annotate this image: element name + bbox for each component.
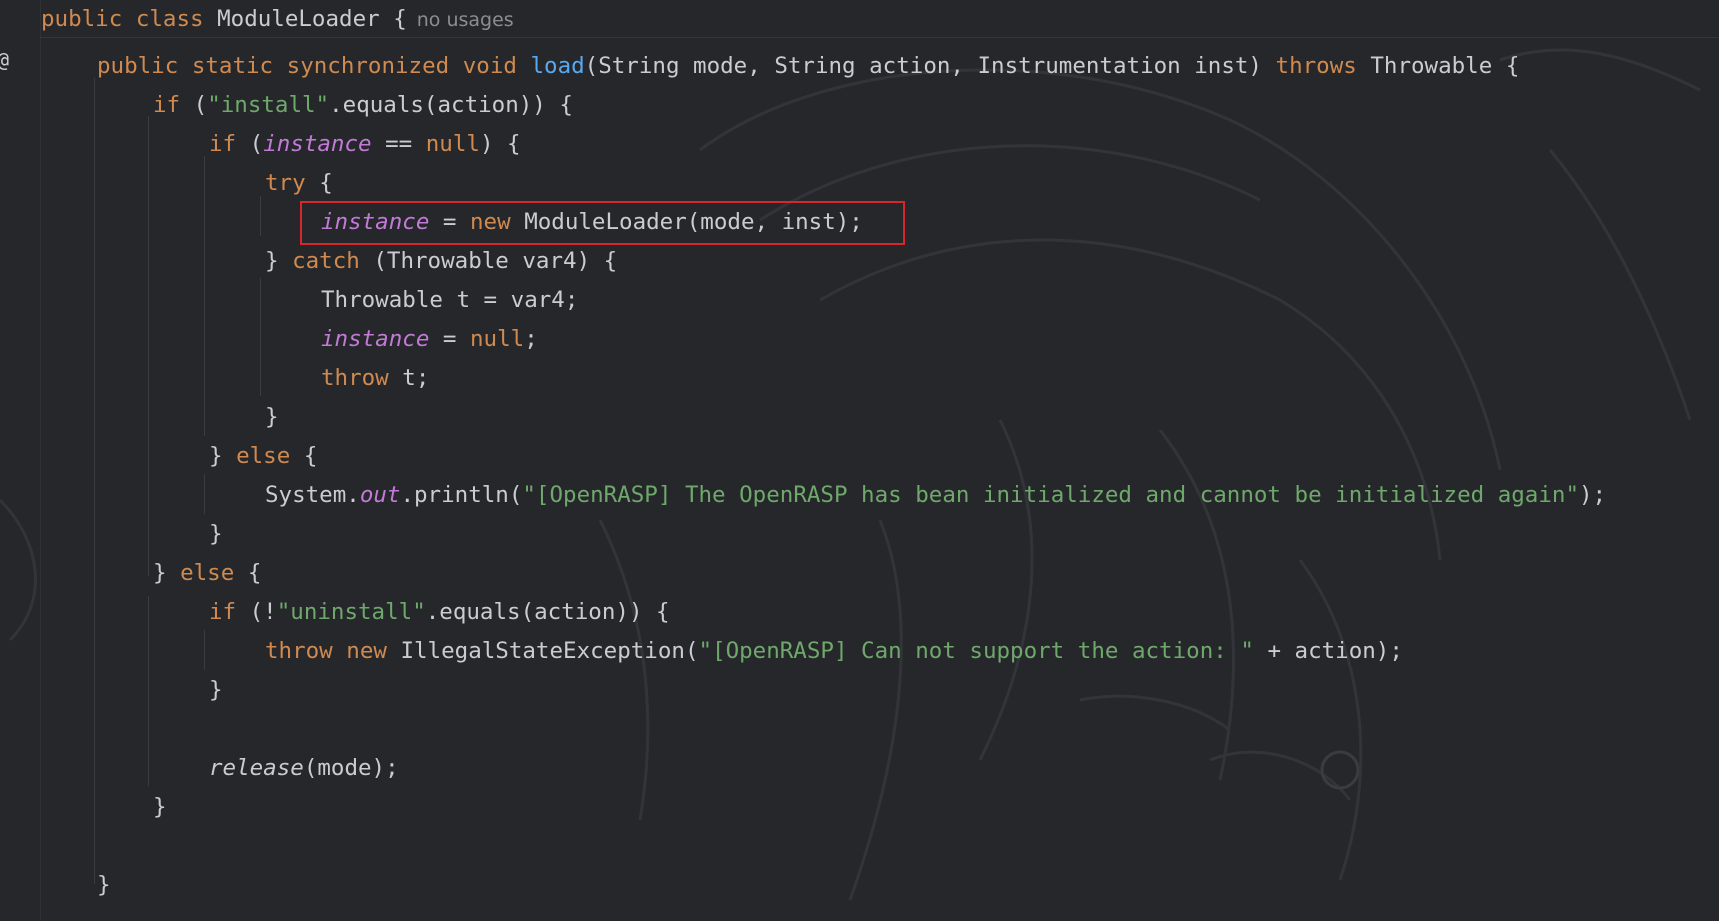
- indent-guide: [94, 78, 95, 884]
- code-line-9[interactable]: throw t;: [321, 366, 429, 390]
- code-line-13[interactable]: }: [209, 522, 223, 546]
- indent-guide: [260, 196, 261, 236]
- code-line-17[interactable]: }: [209, 678, 223, 702]
- indent-guide: [204, 474, 205, 514]
- code-line-7[interactable]: Throwable t = var4;: [321, 288, 578, 312]
- code-line-12[interactable]: System.out.println("[OpenRASP] The OpenR…: [265, 483, 1606, 507]
- code-line-4[interactable]: try {: [265, 171, 333, 195]
- code-line-8[interactable]: instance = null;: [321, 327, 538, 351]
- code-line-14[interactable]: } else {: [153, 561, 261, 585]
- code-line-15[interactable]: if (!"uninstall".equals(action)) {: [209, 600, 670, 624]
- indent-guide: [204, 156, 205, 436]
- override-marker-icon[interactable]: @: [0, 50, 9, 70]
- code-line-2[interactable]: if ("install".equals(action)) {: [153, 93, 573, 117]
- editor-gutter: [0, 0, 41, 921]
- indent-guide: [204, 630, 205, 670]
- usage-hint[interactable]: no usages: [417, 9, 514, 31]
- indent-guide: [260, 278, 261, 396]
- indent-guide: [148, 596, 149, 786]
- code-line-10[interactable]: }: [265, 405, 279, 429]
- code-line-11[interactable]: } else {: [209, 444, 317, 468]
- header-separator: [40, 37, 1719, 38]
- highlight-box: [300, 201, 905, 245]
- code-line-20[interactable]: }: [97, 873, 111, 897]
- method-name: load: [530, 53, 585, 79]
- indent-guide: [148, 116, 149, 576]
- code-line-16[interactable]: throw new IllegalStateException("[OpenRA…: [265, 639, 1403, 663]
- code-line-1[interactable]: public static synchronized void load(Str…: [97, 54, 1519, 78]
- code-line-3[interactable]: if (instance == null) {: [209, 132, 521, 156]
- class-declaration-line[interactable]: public class ModuleLoader {no usages: [41, 7, 514, 32]
- class-name: ModuleLoader: [217, 6, 380, 32]
- code-line-18[interactable]: release(mode);: [209, 756, 399, 780]
- code-line-19[interactable]: }: [153, 795, 167, 819]
- code-line-6[interactable]: } catch (Throwable var4) {: [265, 249, 617, 273]
